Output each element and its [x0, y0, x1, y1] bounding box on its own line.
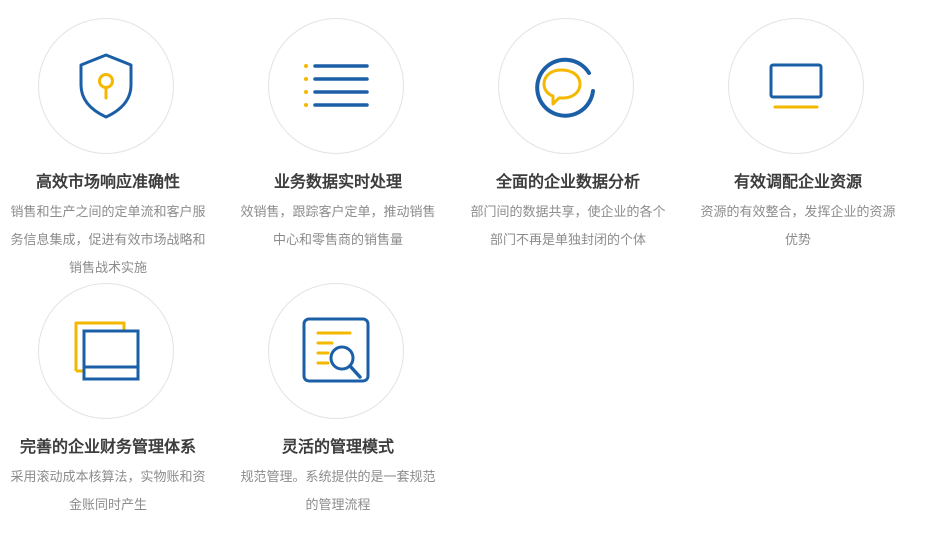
description-line: 资源的有效整合，发挥企业的资源: [700, 205, 896, 220]
feature-description: 效销售，跟踪客户定单，推动销售 中心和零售商的销售量: [222, 199, 454, 255]
feature-title: 全面的企业数据分析: [495, 172, 640, 191]
list-lines-icon: [304, 64, 369, 107]
description-line: 效销售，跟踪客户定单，推动销售: [240, 205, 436, 220]
feature-title: 高效市场响应准确性: [35, 172, 180, 191]
feature-description: 规范管理。系统提供的是一套规范 的管理流程: [222, 464, 454, 520]
document-search-icon: [302, 317, 370, 383]
description-line: 规范管理。系统提供的是一套规范: [240, 470, 436, 485]
description-line: 优势: [784, 233, 811, 248]
description-line: 部门间的数据共享，使企业的各个: [470, 205, 666, 220]
feature-title: 有效调配企业资源: [733, 172, 862, 191]
feature-title: 灵活的管理模式: [281, 437, 394, 456]
icon-circle: [498, 18, 634, 154]
description-line: 销售战术实施: [68, 261, 147, 276]
feature-description: 采用滚动成本核算法，实物账和资 金账同时产生: [0, 464, 224, 520]
shield-keyhole-icon: [79, 53, 133, 119]
feature-description: 销售和生产之间的定单流和客户服 务信息集成，促进有效市场战略和 销售战术实施: [0, 199, 224, 283]
icon-circle: [728, 18, 864, 154]
stacked-windows-icon: [74, 321, 140, 381]
feature-description: 部门间的数据共享，使企业的各个 部门不再是单独封闭的个体: [452, 199, 684, 255]
icon-circle: [268, 283, 404, 419]
description-line: 务信息集成，促进有效市场战略和: [10, 233, 206, 248]
description-line: 中心和零售商的销售量: [272, 233, 403, 248]
icon-circle: [38, 283, 174, 419]
feature-title: 完善的企业财务管理体系: [19, 437, 196, 456]
description-line: 采用滚动成本核算法，实物账和资: [10, 470, 206, 485]
description-line: 部门不再是单独封闭的个体: [489, 233, 646, 248]
icon-circle: [268, 18, 404, 154]
icon-circle: [38, 18, 174, 154]
monitor-icon: [769, 63, 823, 109]
description-line: 销售和生产之间的定单流和客户服: [10, 205, 206, 220]
chat-bubble-cycle-icon: [535, 57, 595, 118]
feature-description: 资源的有效整合，发挥企业的资源 优势: [682, 199, 914, 255]
feature-title: 业务数据实时处理: [273, 172, 402, 191]
description-line: 金账同时产生: [68, 498, 147, 513]
description-line: 的管理流程: [305, 498, 371, 513]
